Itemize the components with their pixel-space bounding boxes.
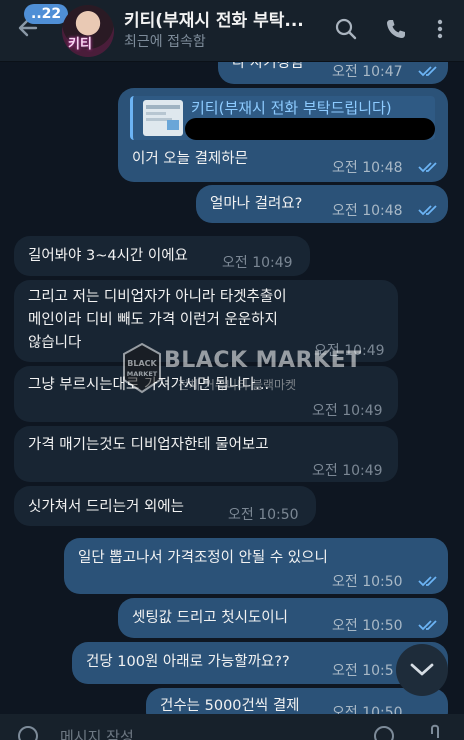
message-outgoing-reply[interactable]: 키티(부재시 전화 부탁드립니다) 이거 오늘 결제하믄 오전 10:48: [118, 88, 448, 182]
sticker-icon[interactable]: [372, 724, 396, 740]
message-text: 일단 뽑고나서 가격조정이 안될 수 있으니: [78, 550, 328, 566]
message-text-line: 않습니다: [28, 335, 82, 351]
message-outgoing[interactable]: 건당 100원 아래로 가능할까요?? 오전 10:5: [72, 642, 448, 684]
message-composer[interactable]: 메시지 작성: [0, 714, 464, 740]
message-outgoing[interactable]: 셋팅값 드리고 첫시도이니 오전 10:50: [118, 598, 448, 638]
message-time: 오전 10:49: [222, 255, 293, 271]
reply-sender-name: 키티(부재시 전화 부탁드립니다): [191, 99, 392, 117]
message-time: 오전 10:49: [312, 403, 383, 419]
scroll-to-bottom-button[interactable]: [396, 644, 448, 696]
message-outgoing[interactable]: 일단 뽑고나서 가격조정이 안될 수 있으니 오전 10:50: [64, 538, 448, 594]
chevron-down-icon: [410, 663, 434, 676]
message-incoming[interactable]: 그냥 부르시는대로 가져가시면 됩니다... 오전 10:49: [14, 366, 398, 422]
search-icon[interactable]: [334, 17, 358, 41]
double-check-icon: [418, 620, 437, 631]
message-incoming[interactable]: 싯가쳐서 드리는거 외에는 오전 10:50: [14, 486, 316, 526]
message-time: 오전 10:5: [332, 663, 394, 679]
message-text: 이거 오늘 결제하믄: [132, 151, 248, 167]
message-incoming[interactable]: 길어봐야 3~4시간 이에요 오전 10:49: [14, 236, 310, 276]
message-text: 가격 매기는것도 디비업자한테 물어보고: [28, 437, 269, 453]
last-seen-status: 최근에 접속함: [124, 34, 206, 50]
message-time: 오전 10:50: [332, 618, 403, 634]
chat-title[interactable]: 키티(부재시 전화 부탁...: [124, 6, 314, 31]
emoji-icon[interactable]: [16, 724, 40, 740]
double-check-icon: [418, 162, 437, 173]
double-check-icon: [418, 66, 437, 77]
avatar-label: 키티: [68, 37, 92, 52]
message-text: 싯가쳐서 드리는거 외에는: [28, 499, 184, 515]
message-text: 길어봐야 3~4시간 이에요: [28, 248, 188, 264]
message-incoming[interactable]: 그리고 저는 디비업자가 아니라 타겟추출이 메인이라 디비 빼도 가격 이런거…: [14, 280, 398, 362]
message-incoming[interactable]: 가격 매기는것도 디비업자한테 물어보고 오전 10:49: [14, 426, 398, 482]
message-input[interactable]: 메시지 작성: [60, 726, 134, 740]
message-text: 얼마나 걸려요?: [210, 196, 303, 212]
attach-icon[interactable]: [424, 722, 448, 740]
more-options-icon[interactable]: [428, 17, 452, 41]
message-text: 건당 100원 아래로 가능할까요??: [86, 654, 290, 670]
chat-header: ..22 키티 키티(부재시 전화 부탁... 최근에 접속함: [0, 0, 464, 62]
message-text: 그냥 부르시는대로 가져가시면 됩니다...: [28, 377, 270, 393]
message-outgoing[interactable]: 얼마나 걸려요? 오전 10:48: [196, 185, 448, 223]
message-time: 오전 10:50: [228, 507, 299, 523]
message-time: 오전 10:47: [332, 64, 403, 80]
message-time: 오전 10:48: [332, 160, 403, 176]
reply-thumbnail: [143, 100, 183, 136]
double-check-icon: [418, 205, 437, 216]
message-time: 오전 10:49: [314, 343, 385, 359]
unread-badge[interactable]: ..22: [24, 4, 69, 24]
avatar[interactable]: 키티: [62, 5, 114, 57]
redacted-text-block: [185, 118, 435, 140]
message-time: 오전 10:49: [312, 463, 383, 479]
message-text-line: 그리고 저는 디비업자가 아니라 타겟추출이: [28, 289, 287, 305]
message-time: 오전 10:48: [332, 203, 403, 219]
message-time: 오전 10:50: [332, 574, 403, 590]
phone-icon[interactable]: [384, 17, 408, 41]
reply-preview[interactable]: 키티(부재시 전화 부탁드립니다): [130, 96, 435, 140]
message-text-line: 메인이라 디비 빼도 가격 이런거 운운하지: [28, 312, 278, 328]
message-text: 셋팅값 드리고 첫시도이니: [132, 610, 288, 626]
double-check-icon: [418, 576, 437, 587]
